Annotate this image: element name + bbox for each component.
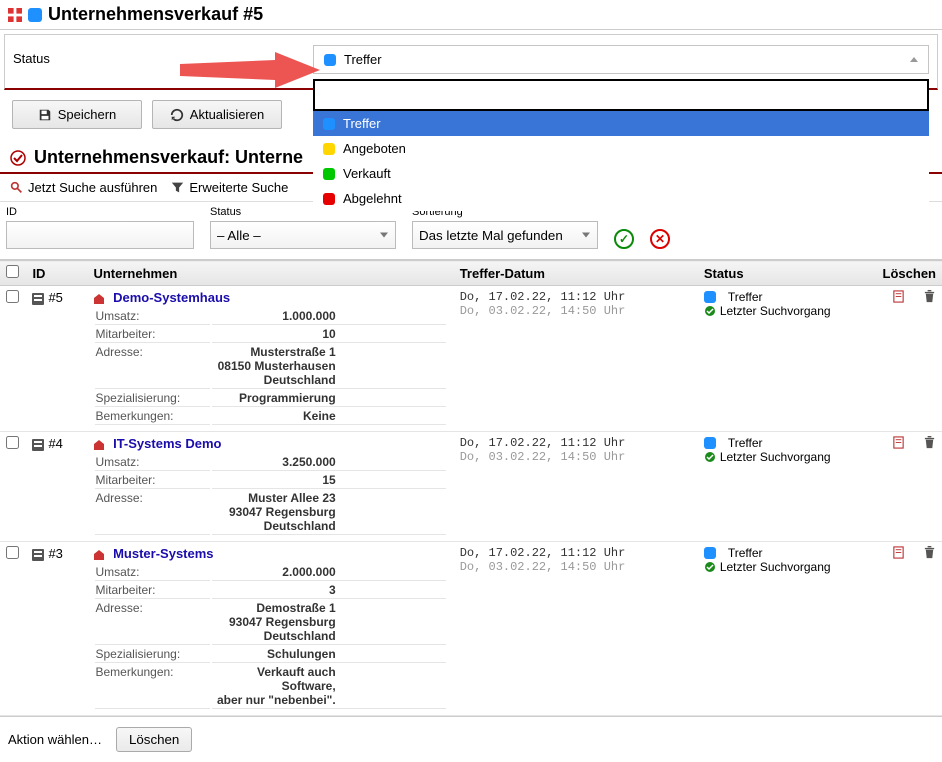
row-checkbox[interactable] — [6, 290, 19, 303]
note-icon[interactable] — [892, 436, 905, 449]
status-option[interactable]: Abgelehnt — [313, 186, 929, 211]
row-checkbox[interactable] — [6, 436, 19, 449]
status-dropdown-panel: TrefferAngebotenVerkauftAbgelehnt — [313, 79, 929, 211]
table-row: #4 IT-Systems Demo Umsatz:3.250.000 Mita… — [0, 432, 942, 542]
status-select[interactable]: Treffer — [313, 45, 929, 74]
bulk-delete-button[interactable]: Löschen — [116, 727, 192, 752]
status-option[interactable]: Angeboten — [313, 136, 929, 161]
trash-icon[interactable] — [923, 290, 936, 303]
trash-icon[interactable] — [923, 546, 936, 559]
record-icon — [32, 549, 44, 561]
table-row: #5 Demo-Systemhaus Umsatz:1.000.000 Mita… — [0, 286, 942, 432]
status-dot-icon — [323, 193, 335, 205]
company-icon — [93, 439, 105, 451]
row-status-sub: Letzter Suchvorgang — [720, 560, 831, 574]
record-icon — [32, 293, 44, 305]
row-status-sub: Letzter Suchvorgang — [720, 450, 831, 464]
company-link[interactable]: Muster-Systems — [113, 546, 213, 561]
check-circle-icon — [10, 150, 26, 166]
row-id: #5 — [48, 290, 62, 305]
page-title: Unternehmensverkauf #5 — [48, 4, 263, 25]
row-id: #4 — [48, 436, 62, 451]
prev-date: Do, 03.02.22, 14:50 Uhr — [460, 560, 692, 574]
filter-id-label: ID — [6, 206, 194, 218]
company-link[interactable]: IT-Systems Demo — [113, 436, 221, 451]
status-dropdown-search[interactable] — [313, 79, 929, 111]
company-icon — [93, 293, 105, 305]
table-row: #3 Muster-Systems Umsatz:2.000.000 Mitar… — [0, 542, 942, 716]
app-icon — [8, 8, 22, 22]
select-all-checkbox[interactable] — [6, 265, 19, 278]
row-status: Treffer — [728, 290, 763, 304]
row-status-sub: Letzter Suchvorgang — [720, 304, 831, 318]
save-icon — [38, 108, 52, 122]
status-dot-icon — [704, 291, 716, 303]
chevron-up-icon — [910, 57, 918, 62]
status-dot-icon — [323, 118, 335, 130]
check-icon — [704, 451, 716, 463]
row-id: #3 — [48, 546, 62, 561]
header-delete: Löschen — [861, 261, 942, 286]
filter-sort-select[interactable] — [412, 221, 598, 249]
status-label: Status — [13, 45, 313, 66]
status-square-icon — [28, 8, 42, 22]
status-dot-icon — [323, 168, 335, 180]
filter-status-select[interactable] — [210, 221, 396, 249]
refresh-button[interactable]: Aktualisieren — [152, 100, 282, 129]
row-status: Treffer — [728, 546, 763, 560]
advanced-search-link[interactable]: Erweiterte Suche — [171, 180, 288, 195]
status-option[interactable]: Treffer — [313, 111, 929, 136]
header-date[interactable]: Treffer-Datum — [454, 261, 698, 286]
check-icon — [704, 305, 716, 317]
row-status: Treffer — [728, 436, 763, 450]
hit-date: Do, 17.02.22, 11:12 Uhr — [460, 290, 692, 304]
trash-icon[interactable] — [923, 436, 936, 449]
company-link[interactable]: Demo-Systemhaus — [113, 290, 230, 305]
section-title: Unternehmensverkauf: Unterne — [34, 147, 303, 168]
status-dot-icon — [704, 437, 716, 449]
prev-date: Do, 03.02.22, 14:50 Uhr — [460, 450, 692, 464]
header-company[interactable]: Unternehmen — [87, 261, 453, 286]
clear-filter-button[interactable]: ✕ — [650, 229, 670, 249]
chevron-down-icon — [380, 233, 388, 238]
status-option[interactable]: Verkauft — [313, 161, 929, 186]
status-dot-icon — [704, 547, 716, 559]
funnel-icon — [171, 181, 184, 194]
search-icon — [10, 181, 23, 194]
save-button[interactable]: Speichern — [12, 100, 142, 129]
row-checkbox[interactable] — [6, 546, 19, 559]
header-status[interactable]: Status — [698, 261, 861, 286]
status-select-value: Treffer — [344, 52, 382, 67]
header-id[interactable]: ID — [26, 261, 87, 286]
record-icon — [32, 439, 44, 451]
apply-filter-button[interactable]: ✓ — [614, 229, 634, 249]
bulk-action-label: Aktion wählen… — [8, 732, 102, 747]
note-icon[interactable] — [892, 546, 905, 559]
refresh-icon — [170, 108, 184, 122]
check-icon — [704, 561, 716, 573]
prev-date: Do, 03.02.22, 14:50 Uhr — [460, 304, 692, 318]
run-search-link[interactable]: Jetzt Suche ausführen — [10, 180, 157, 195]
status-dot-icon — [323, 143, 335, 155]
company-icon — [93, 549, 105, 561]
note-icon[interactable] — [892, 290, 905, 303]
chevron-down-icon — [582, 233, 590, 238]
filter-id-input[interactable] — [6, 221, 194, 249]
hit-date: Do, 17.02.22, 11:12 Uhr — [460, 436, 692, 450]
hit-date: Do, 17.02.22, 11:12 Uhr — [460, 546, 692, 560]
status-dot-icon — [324, 54, 336, 66]
